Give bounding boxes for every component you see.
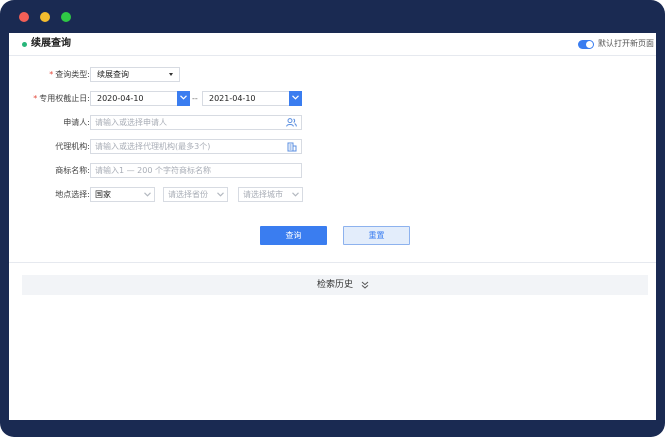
building-icon[interactable] [287, 142, 297, 152]
caret-down-icon [169, 73, 173, 76]
open-new-page-toggle[interactable] [578, 40, 594, 49]
applicant-placeholder: 请输入或选择申请人 [95, 118, 167, 127]
start-date-dropdown-button[interactable] [177, 91, 190, 106]
page-title: 续展查询 [31, 38, 71, 49]
country-select[interactable]: 国家 [90, 187, 155, 202]
content-panel: 续展查询 默认打开新页面 * 查询类型: 续展查询 * 专用权截止日: 2020-0… [9, 33, 656, 420]
expiry-date-label-text: 专用权截止日: [39, 94, 90, 103]
reset-button[interactable]: 重置 [343, 226, 410, 245]
app-window: 续展查询 默认打开新页面 * 查询类型: 续展查询 * 专用权截止日: 2020-0… [0, 0, 665, 437]
agency-label: 代理机构: [55, 142, 90, 151]
start-date-value: 2020-04-10 [97, 94, 144, 103]
double-chevron-down-icon [361, 281, 369, 289]
applicant-input[interactable]: 请输入或选择申请人 [90, 115, 302, 130]
end-date-input[interactable]: 2021-04-10 [202, 91, 302, 106]
page-header: 续展查询 默认打开新页面 [9, 33, 656, 56]
search-history-bar[interactable]: 检索历史 [22, 275, 648, 295]
end-date-dropdown-button[interactable] [289, 91, 302, 106]
trademark-placeholder: 请输入1 — 200 个字符商标名称 [95, 166, 211, 175]
chevron-down-icon [144, 192, 151, 197]
query-type-select[interactable]: 续展查询 [90, 67, 180, 82]
country-value: 国家 [95, 190, 111, 199]
open-new-page-label: 默认打开新页面 [598, 39, 654, 48]
expiry-date-label: * 专用权截止日: [19, 91, 90, 107]
query-type-label: * 查询类型: [19, 67, 90, 83]
user-select-icon[interactable] [286, 118, 297, 127]
chevron-down-icon [292, 95, 299, 100]
query-button[interactable]: 查询 [260, 226, 327, 245]
applicant-label: 申请人: [63, 118, 90, 127]
province-select[interactable]: 请选择省份 [163, 187, 228, 202]
query-type-label-text: 查询类型: [55, 70, 90, 79]
province-placeholder: 请选择省份 [168, 190, 208, 199]
city-placeholder: 请选择城市 [243, 190, 283, 199]
search-history-label: 检索历史 [316, 280, 353, 290]
title-bullet-icon [22, 42, 27, 47]
window-maximize-button[interactable] [61, 12, 71, 22]
end-date-value: 2021-04-10 [209, 94, 256, 103]
chevron-down-icon [180, 95, 187, 100]
window-minimize-button[interactable] [40, 12, 50, 22]
trademark-input[interactable]: 请输入1 — 200 个字符商标名称 [90, 163, 302, 178]
required-mark: * [49, 70, 54, 79]
window-close-button[interactable] [19, 12, 29, 22]
chevron-down-icon [292, 192, 299, 197]
section-divider [9, 262, 656, 263]
location-label: 地点选择: [55, 190, 90, 199]
city-select[interactable]: 请选择城市 [238, 187, 303, 202]
trademark-label: 商标名称: [55, 166, 90, 175]
agency-placeholder: 请输入或选择代理机构(最多3个) [95, 142, 211, 151]
chevron-down-icon [217, 192, 224, 197]
date-range-separator: -- [192, 94, 198, 103]
query-type-value: 续展查询 [97, 70, 129, 79]
start-date-input[interactable]: 2020-04-10 [90, 91, 190, 106]
agency-input[interactable]: 请输入或选择代理机构(最多3个) [90, 139, 302, 154]
required-mark: * [33, 94, 38, 103]
toggle-knob [586, 41, 593, 48]
